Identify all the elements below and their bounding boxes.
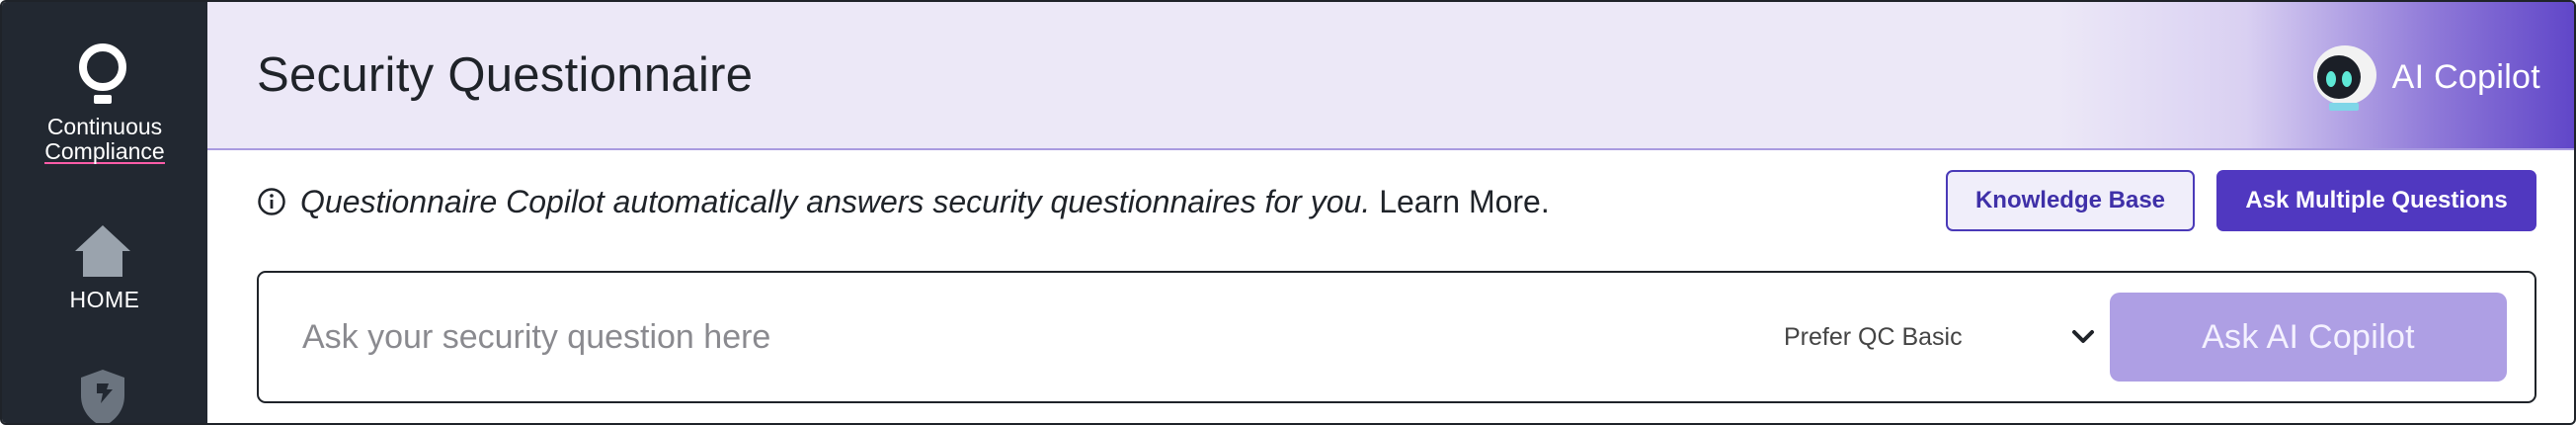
sidebar-item-home[interactable]: HOME bbox=[2, 219, 207, 318]
question-bar: Prefer QC Basic Ask AI Copilot bbox=[257, 271, 2536, 403]
page-header: Security Questionnaire AI Copilot bbox=[207, 2, 2574, 150]
ask-ai-copilot-button[interactable]: Ask AI Copilot bbox=[2110, 293, 2507, 382]
robot-icon bbox=[2312, 45, 2376, 111]
brand-name[interactable]: Continuous Compliance bbox=[2, 115, 207, 164]
sidebar-item-label: HOME bbox=[69, 287, 140, 312]
info-text: Questionnaire Copilot automatically answ… bbox=[300, 183, 1371, 219]
chevron-down-icon bbox=[2072, 330, 2094, 343]
ask-multiple-questions-button[interactable]: Ask Multiple Questions bbox=[2216, 170, 2536, 231]
brand-line1: Continuous bbox=[46, 114, 163, 139]
info-row: Questionnaire Copilot automatically answ… bbox=[257, 180, 1550, 223]
home-icon bbox=[75, 225, 130, 277]
question-input[interactable] bbox=[302, 302, 1685, 372]
knowledge-base-button[interactable]: Knowledge Base bbox=[1946, 170, 2195, 231]
logo-icon bbox=[79, 43, 126, 104]
model-select-value: Prefer QC Basic bbox=[1784, 322, 1963, 351]
page-title: Security Questionnaire bbox=[257, 48, 754, 102]
info-icon bbox=[258, 188, 285, 215]
ai-copilot-button[interactable]: AI Copilot bbox=[2311, 42, 2540, 113]
brand-line2: Compliance bbox=[44, 138, 165, 164]
shield-icon[interactable] bbox=[77, 368, 128, 425]
sidebar: Continuous Compliance HOME bbox=[2, 2, 207, 425]
copilot-label: AI Copilot bbox=[2391, 57, 2540, 96]
model-select[interactable]: Prefer QC Basic bbox=[1784, 312, 2100, 362]
learn-more-link[interactable]: Learn More. bbox=[1379, 184, 1550, 220]
app-window: Continuous Compliance HOME Security Ques… bbox=[0, 0, 2576, 425]
